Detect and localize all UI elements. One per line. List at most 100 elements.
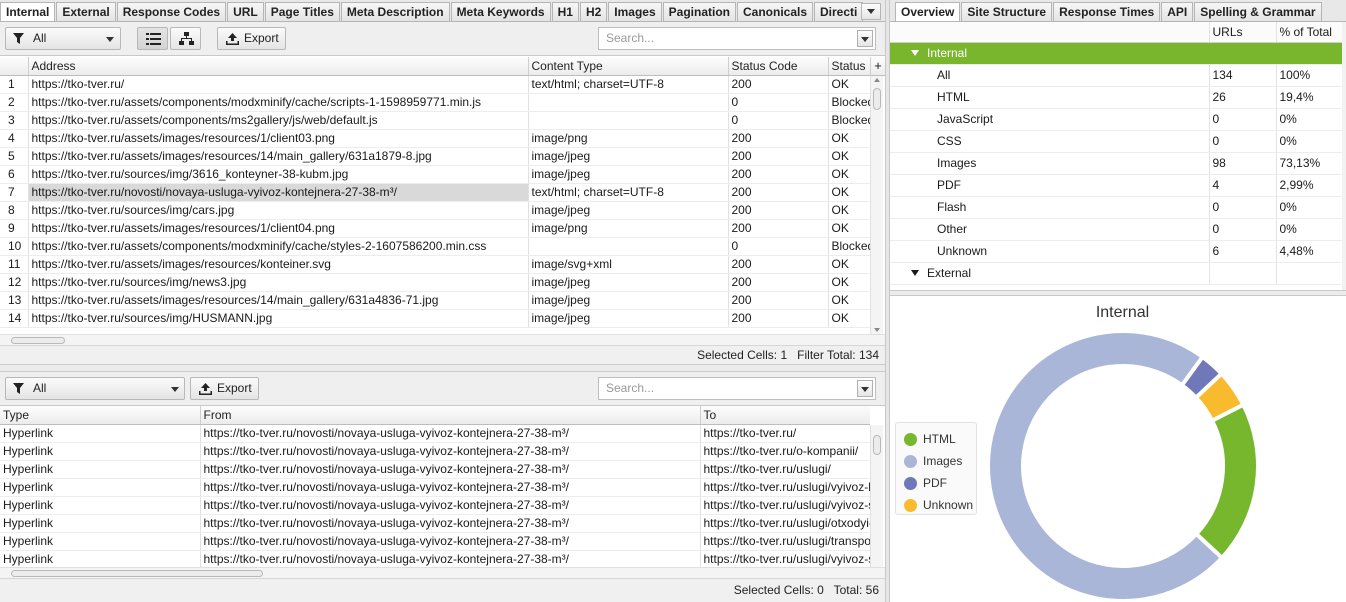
status-cell[interactable]: OK xyxy=(828,219,870,238)
right-tab-site-structure[interactable]: Site Structure xyxy=(961,2,1053,21)
status-code-cell[interactable]: 200 xyxy=(728,165,829,184)
scroll-thumb[interactable] xyxy=(11,337,65,344)
link-to-cell[interactable]: https://tko-tver.ru/uslugi/vyivoz-s xyxy=(700,550,870,568)
link-type-cell[interactable]: Hyperlink xyxy=(0,496,201,515)
address-cell[interactable]: https://tko-tver.ru/assets/images/resour… xyxy=(28,255,529,274)
horizontal-split-handle[interactable] xyxy=(0,364,885,372)
address-cell[interactable]: https://tko-tver.ru/ xyxy=(28,75,529,94)
link-to-cell[interactable]: https://tko-tver.ru/ xyxy=(700,424,870,443)
status-cell[interactable]: OK xyxy=(828,129,870,148)
link-from-cell[interactable]: https://tko-tver.ru/novosti/novaya-uslug… xyxy=(200,550,701,568)
content-type-cell[interactable]: image/jpeg xyxy=(528,147,729,166)
link-from-cell[interactable]: https://tko-tver.ru/novosti/novaya-uslug… xyxy=(200,460,701,479)
export-button[interactable]: Export xyxy=(217,27,286,50)
address-cell[interactable]: https://tko-tver.ru/assets/images/resour… xyxy=(28,147,529,166)
link-from-cell[interactable]: https://tko-tver.ru/novosti/novaya-uslug… xyxy=(200,514,701,533)
overview-row-javascript[interactable]: JavaScript 0 0% xyxy=(890,108,1346,131)
search-options-button[interactable] xyxy=(857,380,873,397)
table-row[interactable]: 8 https://tko-tver.ru/sources/img/cars.jp… xyxy=(0,201,870,220)
status-code-cell[interactable]: 0 xyxy=(728,237,829,256)
link-from-cell[interactable]: https://tko-tver.ru/novosti/novaya-uslug… xyxy=(200,496,701,515)
link-type-cell[interactable]: Hyperlink xyxy=(0,460,201,479)
tab-h1[interactable]: H1 xyxy=(551,2,579,21)
column-header-percent[interactable]: % of Total xyxy=(1276,22,1346,43)
links-table-horizontal-scrollbar[interactable] xyxy=(0,567,885,578)
link-to-cell[interactable]: https://tko-tver.ru/uslugi/vyivoz-s xyxy=(700,496,870,515)
table-row[interactable]: Hyperlink https://tko-tver.ru/novosti/nov… xyxy=(0,550,870,568)
search-options-button[interactable] xyxy=(857,30,873,47)
address-cell[interactable]: https://tko-tver.ru/novosti/novaya-uslug… xyxy=(28,183,529,202)
status-cell[interactable]: Blocked xyxy=(828,93,870,112)
main-table-horizontal-scrollbar[interactable] xyxy=(0,334,885,345)
status-cell[interactable]: OK xyxy=(828,201,870,220)
overview-row-html[interactable]: HTML 26 19,4% xyxy=(890,86,1346,109)
link-from-cell[interactable]: https://tko-tver.ru/novosti/novaya-uslug… xyxy=(200,478,701,497)
column-header-status-code[interactable]: Status Code xyxy=(728,57,829,76)
link-to-cell[interactable]: https://tko-tver.ru/o-kompanii/ xyxy=(700,442,870,461)
link-type-cell[interactable]: Hyperlink xyxy=(0,532,201,551)
address-cell[interactable]: https://tko-tver.ru/assets/components/ms… xyxy=(28,111,529,130)
content-type-cell[interactable] xyxy=(528,237,729,256)
link-to-cell[interactable]: https://tko-tver.ru/uslugi/otxodyi- xyxy=(700,514,870,533)
right-tab-spelling-grammar[interactable]: Spelling & Grammar xyxy=(1194,2,1322,21)
column-header-urls[interactable]: URLs xyxy=(1209,22,1277,43)
status-code-cell[interactable]: 200 xyxy=(728,291,829,310)
status-cell[interactable]: OK xyxy=(828,309,870,328)
address-cell[interactable]: https://tko-tver.ru/assets/images/resour… xyxy=(28,219,529,238)
table-row[interactable]: 9 https://tko-tver.ru/assets/images/resou… xyxy=(0,219,870,238)
search-input[interactable]: Search... xyxy=(598,27,876,50)
row-number[interactable]: 6 xyxy=(0,165,29,184)
table-row[interactable]: 7 https://tko-tver.ru/novosti/novaya-uslu… xyxy=(0,183,870,202)
overview-row-pdf[interactable]: PDF 4 2,99% xyxy=(890,174,1346,197)
overview-group-external[interactable]: External xyxy=(890,262,1346,285)
main-table-vertical-scrollbar[interactable] xyxy=(870,76,883,335)
overview-row-unknown[interactable]: Unknown 6 4,48% xyxy=(890,240,1346,263)
table-row[interactable]: 6 https://tko-tver.ru/sources/img/3616_ko… xyxy=(0,165,870,184)
content-type-cell[interactable]: image/svg+xml xyxy=(528,255,729,274)
table-row[interactable]: 14 https://tko-tver.ru/sources/img/HUSMAN… xyxy=(0,309,870,328)
status-code-cell[interactable]: 200 xyxy=(728,219,829,238)
tab-meta-description[interactable]: Meta Description xyxy=(340,2,450,21)
right-tab-response-times[interactable]: Response Times xyxy=(1053,2,1161,21)
tab-external[interactable]: External xyxy=(56,2,116,21)
filter-dropdown[interactable]: All xyxy=(5,27,121,50)
status-code-cell[interactable]: 200 xyxy=(728,183,829,202)
address-cell[interactable]: https://tko-tver.ru/assets/images/resour… xyxy=(28,129,529,148)
status-cell[interactable]: OK xyxy=(828,291,870,310)
scroll-thumb[interactable] xyxy=(11,570,263,577)
tab-url[interactable]: URL xyxy=(227,2,264,21)
row-number[interactable]: 2 xyxy=(0,93,29,112)
row-number[interactable]: 12 xyxy=(0,273,29,292)
row-number[interactable]: 14 xyxy=(0,309,29,328)
content-type-cell[interactable]: image/jpeg xyxy=(528,291,729,310)
link-type-cell[interactable]: Hyperlink xyxy=(0,424,201,443)
status-code-cell[interactable]: 200 xyxy=(728,201,829,220)
row-number[interactable]: 4 xyxy=(0,129,29,148)
content-type-cell[interactable]: image/jpeg xyxy=(528,165,729,184)
tab-page-titles[interactable]: Page Titles xyxy=(264,2,340,21)
content-type-cell[interactable]: image/jpeg xyxy=(528,273,729,292)
column-header-type[interactable]: Type xyxy=(0,406,201,425)
status-code-cell[interactable]: 0 xyxy=(728,111,829,130)
tab-meta-keywords[interactable]: Meta Keywords xyxy=(450,2,551,21)
status-code-cell[interactable]: 200 xyxy=(728,147,829,166)
status-code-cell[interactable]: 200 xyxy=(728,75,829,94)
column-header-from[interactable]: From xyxy=(200,406,701,425)
tab-response-codes[interactable]: Response Codes xyxy=(116,2,227,21)
table-row[interactable]: Hyperlink https://tko-tver.ru/novosti/nov… xyxy=(0,442,870,461)
status-cell[interactable]: OK xyxy=(828,273,870,292)
column-header-address[interactable]: Address xyxy=(28,57,529,76)
table-row[interactable]: 13 https://tko-tver.ru/assets/images/reso… xyxy=(0,291,870,310)
status-code-cell[interactable]: 200 xyxy=(728,273,829,292)
status-cell[interactable]: Blocked xyxy=(828,237,870,256)
table-row[interactable]: 11 https://tko-tver.ru/assets/images/reso… xyxy=(0,255,870,274)
status-code-cell[interactable]: 0 xyxy=(728,93,829,112)
content-type-cell[interactable]: image/png xyxy=(528,219,729,238)
tab-canonicals[interactable]: Canonicals xyxy=(736,2,814,21)
link-to-cell[interactable]: https://tko-tver.ru/uslugi/transpo xyxy=(700,532,870,551)
donut-slice-html[interactable] xyxy=(1193,402,1260,561)
row-number[interactable]: 8 xyxy=(0,201,29,220)
column-header-status[interactable]: Status xyxy=(828,57,870,76)
table-row[interactable]: Hyperlink https://tko-tver.ru/novosti/nov… xyxy=(0,424,870,443)
address-cell[interactable]: https://tko-tver.ru/sources/img/3616_kon… xyxy=(28,165,529,184)
